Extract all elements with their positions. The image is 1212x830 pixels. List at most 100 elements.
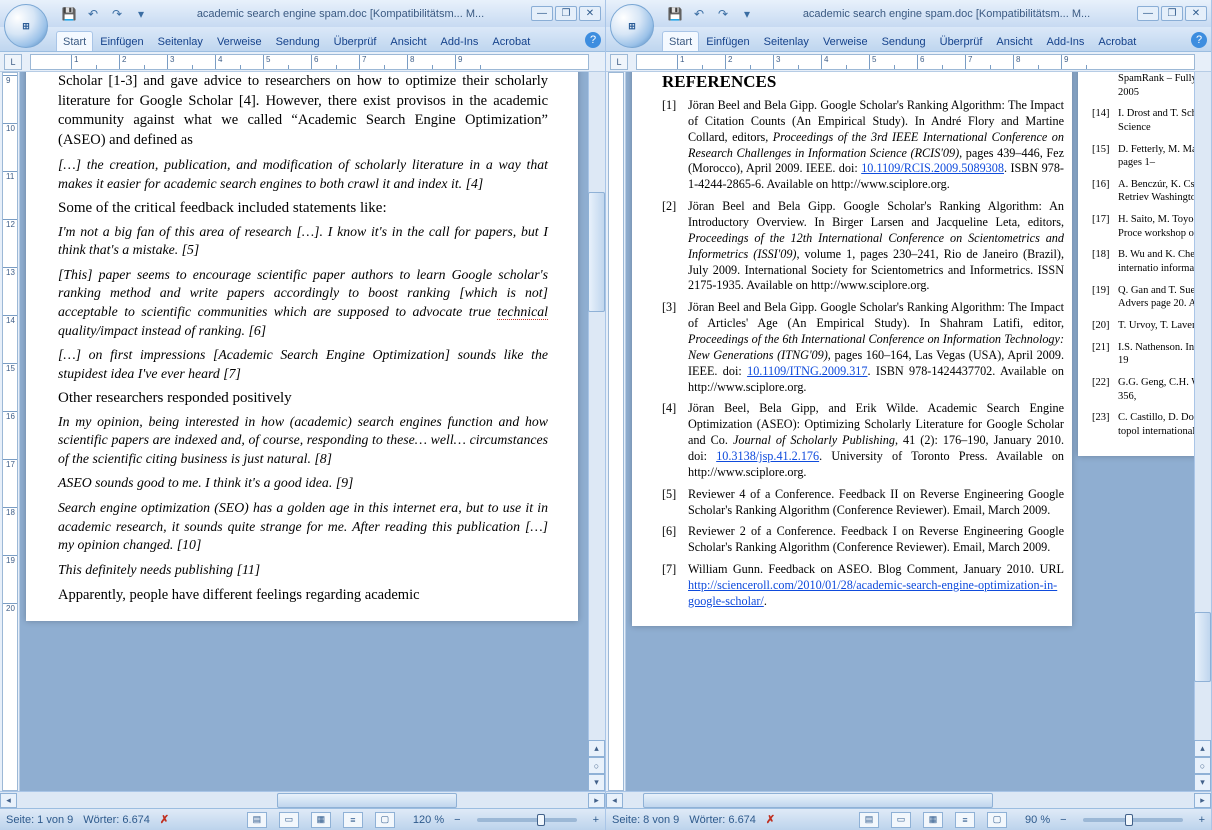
document-area-right[interactable]: REFERENCES [1]Jöran Beel and Bela Gipp. … bbox=[626, 72, 1211, 791]
page-indicator[interactable]: Seite: 1 von 9 bbox=[6, 814, 73, 826]
vertical-scrollbar[interactable]: ▴ ○ ▾ bbox=[1194, 72, 1211, 791]
tab-ueberpruefen[interactable]: Überprüf bbox=[327, 31, 384, 51]
ruler-tick: 6 bbox=[917, 55, 965, 69]
tab-selector-icon[interactable]: L bbox=[4, 54, 22, 70]
zoom-slider[interactable] bbox=[1083, 818, 1183, 822]
vruler-tick: 19 bbox=[3, 555, 17, 603]
office-button[interactable]: ⊞ bbox=[4, 4, 48, 48]
horizontal-ruler[interactable]: L 1 2 3 4 5 6 7 8 9 bbox=[606, 52, 1211, 72]
save-icon[interactable]: 💾 bbox=[666, 5, 684, 23]
word-count[interactable]: Wörter: 6.674 bbox=[83, 814, 150, 826]
reference-number: [4] bbox=[662, 401, 688, 480]
scroll-thumb[interactable] bbox=[1194, 612, 1211, 682]
restore-button[interactable]: ❐ bbox=[555, 6, 577, 21]
hscroll-thumb[interactable] bbox=[277, 793, 457, 808]
print-layout-view-icon[interactable]: ▤ bbox=[859, 812, 879, 828]
body-paragraph: Scholar [1-3] and gave advice to researc… bbox=[58, 72, 548, 150]
minimize-button[interactable]: — bbox=[531, 6, 553, 21]
draft-view-icon[interactable]: ▢ bbox=[987, 812, 1007, 828]
close-button[interactable]: ✕ bbox=[579, 6, 601, 21]
zoom-in-icon[interactable]: + bbox=[1199, 814, 1205, 826]
reference-number: [15] bbox=[1092, 143, 1118, 170]
prev-page-icon[interactable]: ▴ bbox=[1194, 740, 1211, 757]
tab-sendungen[interactable]: Sendung bbox=[875, 31, 933, 51]
tab-addins[interactable]: Add-Ins bbox=[434, 31, 486, 51]
undo-icon[interactable]: ↶ bbox=[84, 5, 102, 23]
help-icon[interactable]: ? bbox=[585, 32, 601, 48]
tab-start[interactable]: Start bbox=[56, 31, 93, 51]
ruler-tick: 8 bbox=[407, 55, 455, 69]
tab-seitenlayout[interactable]: Seitenlay bbox=[757, 31, 816, 51]
tab-ansicht[interactable]: Ansicht bbox=[383, 31, 433, 51]
proofing-icon[interactable]: ✗ bbox=[766, 813, 775, 826]
horizontal-scrollbar[interactable]: ◂ ▸ bbox=[0, 791, 605, 808]
qat-menu-icon[interactable]: ▾ bbox=[738, 5, 756, 23]
redo-icon[interactable]: ↷ bbox=[108, 5, 126, 23]
office-button[interactable]: ⊞ bbox=[610, 4, 654, 48]
next-page-icon[interactable]: ▾ bbox=[1194, 774, 1211, 791]
tab-acrobat[interactable]: Acrobat bbox=[1091, 31, 1143, 51]
tab-verweise[interactable]: Verweise bbox=[210, 31, 269, 51]
tab-einfuegen[interactable]: Einfügen bbox=[699, 31, 756, 51]
fullscreen-reading-view-icon[interactable]: ▭ bbox=[891, 812, 911, 828]
zoom-level[interactable]: 90 % bbox=[1025, 814, 1050, 826]
save-icon[interactable]: 💾 bbox=[60, 5, 78, 23]
browse-object-icon[interactable]: ○ bbox=[588, 757, 605, 774]
horizontal-scrollbar[interactable]: ◂ ▸ bbox=[606, 791, 1211, 808]
zoom-out-icon[interactable]: − bbox=[454, 814, 460, 826]
scroll-right-icon[interactable]: ▸ bbox=[588, 793, 605, 808]
print-layout-view-icon[interactable]: ▤ bbox=[247, 812, 267, 828]
outline-view-icon[interactable]: ≡ bbox=[955, 812, 975, 828]
zoom-level[interactable]: 120 % bbox=[413, 814, 444, 826]
doi-link[interactable]: 10.1109/RCIS.2009.5089308 bbox=[861, 161, 1004, 175]
block-quote: In my opinion, being interested in how (… bbox=[58, 413, 548, 469]
web-layout-view-icon[interactable]: ▦ bbox=[311, 812, 331, 828]
references-heading: REFERENCES bbox=[662, 72, 1064, 92]
zoom-in-icon[interactable]: + bbox=[593, 814, 599, 826]
scroll-right-icon[interactable]: ▸ bbox=[1194, 793, 1211, 808]
redo-icon[interactable]: ↷ bbox=[714, 5, 732, 23]
word-count[interactable]: Wörter: 6.674 bbox=[689, 814, 756, 826]
prev-page-icon[interactable]: ▴ bbox=[588, 740, 605, 757]
tab-sendungen[interactable]: Sendung bbox=[269, 31, 327, 51]
vertical-scrollbar[interactable]: ▴ ○ ▾ bbox=[588, 72, 605, 791]
zoom-out-icon[interactable]: − bbox=[1060, 814, 1066, 826]
scroll-thumb[interactable] bbox=[588, 192, 605, 312]
minimize-button[interactable]: — bbox=[1137, 6, 1159, 21]
tab-ansicht[interactable]: Ansicht bbox=[989, 31, 1039, 51]
qat-menu-icon[interactable]: ▾ bbox=[132, 5, 150, 23]
tab-ueberpruefen[interactable]: Überprüf bbox=[933, 31, 990, 51]
tab-seitenlayout[interactable]: Seitenlay bbox=[151, 31, 210, 51]
proofing-icon[interactable]: ✗ bbox=[160, 813, 169, 826]
web-layout-view-icon[interactable]: ▦ bbox=[923, 812, 943, 828]
next-page-icon[interactable]: ▾ bbox=[588, 774, 605, 791]
vertical-ruler[interactable] bbox=[606, 72, 626, 791]
doi-link[interactable]: http://scienceroll.com/2010/01/28/academ… bbox=[688, 578, 1057, 608]
tab-verweise[interactable]: Verweise bbox=[816, 31, 875, 51]
vruler-tick: 16 bbox=[3, 411, 17, 459]
tab-acrobat[interactable]: Acrobat bbox=[485, 31, 537, 51]
fullscreen-reading-view-icon[interactable]: ▭ bbox=[279, 812, 299, 828]
browse-object-icon[interactable]: ○ bbox=[1194, 757, 1211, 774]
vertical-ruler[interactable]: 9 10 11 12 13 14 15 16 17 18 19 20 bbox=[0, 72, 20, 791]
outline-view-icon[interactable]: ≡ bbox=[343, 812, 363, 828]
hscroll-thumb[interactable] bbox=[643, 793, 993, 808]
close-button[interactable]: ✕ bbox=[1185, 6, 1207, 21]
tab-selector-icon[interactable]: L bbox=[610, 54, 628, 70]
tab-addins[interactable]: Add-Ins bbox=[1040, 31, 1092, 51]
help-icon[interactable]: ? bbox=[1191, 32, 1207, 48]
restore-button[interactable]: ❐ bbox=[1161, 6, 1183, 21]
undo-icon[interactable]: ↶ bbox=[690, 5, 708, 23]
scroll-left-icon[interactable]: ◂ bbox=[606, 793, 623, 808]
scroll-left-icon[interactable]: ◂ bbox=[0, 793, 17, 808]
document-area-left[interactable]: Scholar [1-3] and gave advice to researc… bbox=[20, 72, 605, 791]
doi-link[interactable]: 10.3138/jsp.41.2.176 bbox=[716, 449, 819, 463]
horizontal-ruler[interactable]: L 1 2 3 4 5 6 7 8 9 bbox=[0, 52, 605, 72]
doi-link[interactable]: 10.1109/ITNG.2009.317 bbox=[747, 364, 867, 378]
draft-view-icon[interactable]: ▢ bbox=[375, 812, 395, 828]
tab-start[interactable]: Start bbox=[662, 31, 699, 51]
page-indicator[interactable]: Seite: 8 von 9 bbox=[612, 814, 679, 826]
reference-number: [3] bbox=[662, 300, 688, 395]
tab-einfuegen[interactable]: Einfügen bbox=[93, 31, 150, 51]
zoom-slider[interactable] bbox=[477, 818, 577, 822]
